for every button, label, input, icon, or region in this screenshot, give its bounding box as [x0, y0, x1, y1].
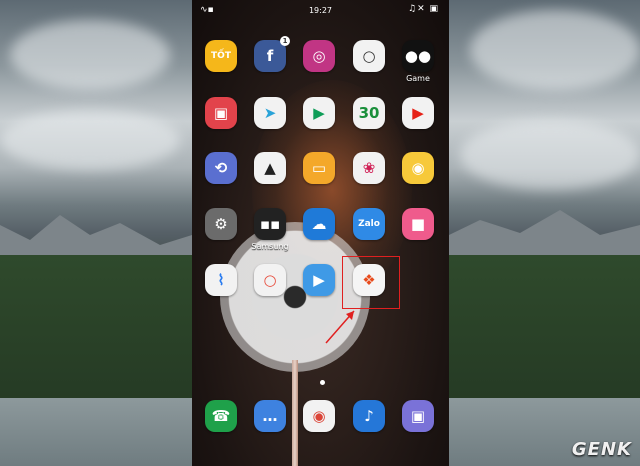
facebook-icon[interactable]: f1: [254, 36, 290, 72]
notification-badge: 1: [280, 36, 290, 46]
vsco-icon[interactable]: ○: [353, 40, 385, 72]
tot-app-icon[interactable]: TỐT: [205, 40, 237, 72]
my-files-icon[interactable]: ▭: [303, 152, 335, 184]
phone-icon[interactable]: ☎: [205, 400, 237, 432]
flower-app-icon[interactable]: ❀: [353, 152, 385, 184]
phone-screen: ∿▪ 19:27 ♫✕ ▣ TỐT f 1 ◎ ○ ●● Game ▣ ➤ ▶ 30 ▶ ⟲ ▲ ▭ ❀ ◉ ⚙ ▪…: [192, 0, 449, 466]
chrome-icon[interactable]: ◉: [303, 400, 335, 432]
red-arrow: [325, 310, 355, 344]
status-bar: ∿▪ 19:27 ♫✕ ▣: [192, 0, 449, 22]
circle-app-icon[interactable]: ○: [254, 264, 286, 296]
page-indicator: [320, 380, 325, 385]
save-app-icon[interactable]: ■: [402, 208, 434, 240]
play-store-icon[interactable]: ▶: [303, 97, 335, 129]
onedrive-icon[interactable]: ☁: [303, 208, 335, 240]
telegram-icon[interactable]: ➤: [254, 97, 286, 129]
messages-icon[interactable]: …: [254, 400, 286, 432]
game-folder-icon[interactable]: ●●: [402, 40, 434, 72]
smart-switch-icon[interactable]: ▶: [303, 264, 335, 296]
screen-recorder-icon[interactable]: ▣: [205, 97, 237, 129]
samsung-folder-icon[interactable]: ▪▪: [254, 208, 286, 240]
camera-icon[interactable]: ▣: [402, 400, 434, 432]
messenger-icon[interactable]: ⌇: [205, 264, 237, 296]
camera-app-icon[interactable]: ◉: [402, 152, 434, 184]
watermark-logo: GENK: [571, 439, 632, 460]
highlight-box: [342, 256, 400, 309]
vectornator-icon[interactable]: ▲: [254, 152, 286, 184]
calendar-icon[interactable]: 30: [353, 97, 385, 129]
settings-icon[interactable]: ⚙: [205, 208, 237, 240]
samsung-folder-label: Samsung: [251, 242, 289, 251]
zalo-icon[interactable]: Zalo: [353, 208, 385, 240]
game-folder-label: Game: [406, 74, 430, 83]
status-right-icons: ♫✕ ▣: [408, 4, 439, 14]
youtube-icon[interactable]: ▶: [402, 97, 434, 129]
music-icon[interactable]: ♪: [353, 400, 385, 432]
share-app-icon[interactable]: ⟲: [205, 152, 237, 184]
instagram-icon[interactable]: ◎: [303, 40, 335, 72]
